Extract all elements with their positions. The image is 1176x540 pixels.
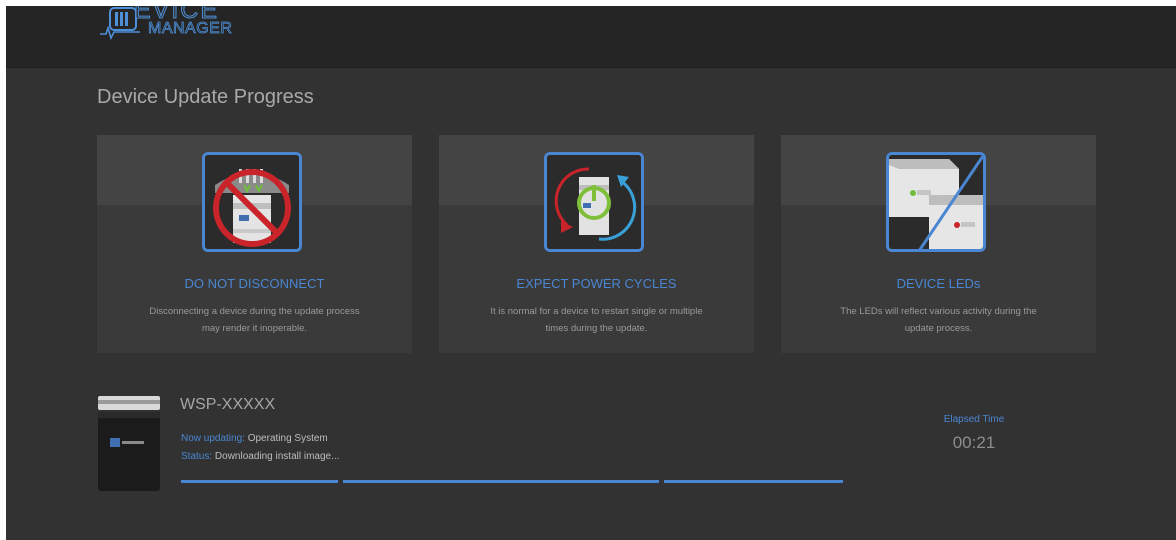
card-description-line-1: It is normal for a device to restart sin… [490,306,703,317]
card-description-line-1: Disconnecting a device during the update… [149,306,360,317]
progress-segment-1 [181,480,338,483]
card-description-line-2: may render it inoperable. [201,323,308,334]
status-label: Status: [181,451,213,462]
page-title: Device Update Progress [97,86,314,108]
no-disconnect-icon [202,152,302,252]
elapsed-time-label: Elapsed Time [943,414,1005,425]
now-updating-row: Now updating: Operating System [181,433,328,444]
card-title: EXPECT POWER CYCLES [516,276,677,291]
now-updating-label: Now updating: [181,433,245,444]
logo-line-2: MANAGER [148,20,233,37]
card-title: DO NOT DISCONNECT [184,276,325,291]
top-bar: EVICE MANAGER [6,6,1176,68]
card-description-line-2: times during the update. [545,323,648,334]
now-updating-value: Operating System [247,433,328,444]
card-description: It is normal for a device to restart sin… [454,303,739,337]
progress-segment-2 [343,480,659,483]
card-title: DEVICE LEDs [896,276,981,291]
card-description: Disconnecting a device during the update… [112,303,397,337]
status-value: Downloading install image... [214,451,340,462]
card-description-line-1: The LEDs will reflect various activity d… [840,306,1037,317]
device-name: WSP-XXXXX [180,396,276,413]
card-description-line-2: update process. [904,323,973,334]
progress-segment-3 [664,480,843,483]
device-leds-icon [886,152,986,252]
card-description: The LEDs will reflect various activity d… [796,303,1081,337]
app-window: EVICE MANAGER Device Update Progress DO … [6,6,1176,540]
power-cycle-icon [544,152,644,252]
device-manager-logo: EVICE MANAGER [100,6,260,46]
card-device-leds: DEVICE LEDs The LEDs will reflect variou… [781,135,1096,353]
device-image [98,396,160,491]
elapsed-time-value: 00:21 [952,433,996,452]
status-row: Status: Downloading install image... [181,451,339,462]
card-expect-power-cycles: EXPECT POWER CYCLES It is normal for a d… [439,135,754,353]
card-do-not-disconnect: DO NOT DISCONNECT Disconnecting a device… [97,135,412,353]
